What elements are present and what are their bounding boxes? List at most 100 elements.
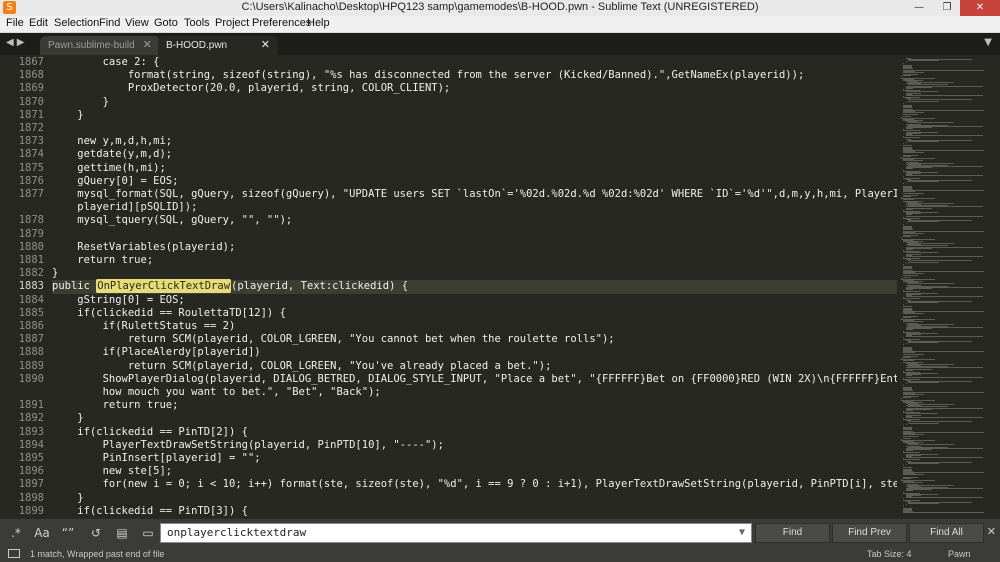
code-line[interactable]: case 2: { [52,56,160,69]
code-line[interactable]: if(PlaceAlerdy[playerid]) [52,346,261,359]
minimap-line [903,351,984,353]
menu-find[interactable]: Find [99,17,120,29]
menu-view[interactable]: View [125,17,149,29]
find-button[interactable]: Find [755,523,830,543]
regex-toggle-icon[interactable]: .* [4,524,28,542]
code-line[interactable]: if(clickedid == PinTD[2]) { [52,426,248,439]
menu-goto[interactable]: Goto [154,17,178,29]
code-line[interactable]: public OnPlayerClickTextDraw(playerid, T… [52,279,408,294]
code-line[interactable]: getdate(y,m,d); [52,148,172,161]
code-editor[interactable]: case 2: { format(string, sizeof(string),… [52,55,897,518]
line-number: 1897 [18,478,44,491]
code-line[interactable]: gQuery[0] = EOS; [52,175,178,188]
menu-file[interactable]: File [6,17,24,29]
syntax-indicator[interactable]: Pawn [948,546,971,562]
code-line[interactable]: new ste[5]; [52,465,173,478]
menu-edit[interactable]: Edit [29,17,48,29]
minimap-line [905,497,983,499]
line-number: 1886 [18,320,44,332]
tab-label: Pawn.sublime-build [48,40,135,51]
whole-word-toggle-icon[interactable]: “” [56,524,80,542]
menu-selection[interactable]: Selection [54,17,99,29]
tab-size-indicator[interactable]: Tab Size: 4 [867,546,912,562]
code-line[interactable]: } [52,109,83,122]
code-line[interactable]: } [52,492,83,505]
minimap-line [903,192,924,194]
minimap-line [903,155,911,157]
minimap-line [905,215,983,217]
minimap-line [903,236,911,238]
tab-list-dropdown-icon[interactable]: ▼ [984,37,992,48]
code-line[interactable]: how mouch you want to bet.", "Bet", "Bac… [52,386,381,399]
minimap-line [908,60,939,62]
code-line[interactable]: for(new i = 0; i < 10; i++) format(ste, … [52,478,897,491]
minimap-line [905,416,983,418]
line-number: 1871 [18,108,44,121]
code-line[interactable]: if(clickedid == PinTD[3]) { [52,505,248,518]
in-selection-toggle-icon[interactable]: ▤ [110,524,134,542]
minimap-line [905,376,983,378]
code-line[interactable]: playerid][pSQLID]); [52,201,197,214]
code-line[interactable]: ResetVariables(playerid); [52,241,235,254]
minimap-line [905,383,907,385]
line-number: 1876 [18,174,44,187]
minimap-line [903,397,911,399]
wrap-toggle-icon[interactable]: ↺ [84,524,108,542]
menu-tools[interactable]: Tools [184,17,210,29]
tab-nav-arrows-icon[interactable]: ◀▶ [6,37,27,48]
minimap-line [908,181,939,183]
code-line[interactable]: if(clickedid == RoulettaTD[12]) { [52,307,286,320]
find-all-button[interactable]: Find All [909,523,984,543]
code-line[interactable]: gString[0] = EOS; [52,294,184,307]
code-line[interactable]: } [52,96,109,109]
line-number: 1868 [18,69,44,82]
code-line[interactable]: return SCM(playerid, COLOR_LGREEN, "You … [52,333,615,346]
tab-close-icon[interactable]: ✕ [143,36,152,55]
find-input[interactable]: onplayerclicktextdraw ▼ [160,523,752,543]
menu-help[interactable]: Help [307,17,330,29]
minimap-line [905,61,907,63]
maximize-icon[interactable]: ❐ [934,0,960,16]
minimize-icon[interactable]: — [906,0,932,16]
line-number: 1894 [18,438,44,451]
line-number: 1882 [18,267,44,280]
line-number: 1878 [18,214,44,227]
code-line[interactable]: format(string, sizeof(string), "%s has d… [52,69,804,82]
code-line[interactable]: mysql_tquery(SQL, gQuery, "", ""); [52,214,292,227]
code-line[interactable]: return true; [52,399,179,412]
find-panel-close-icon[interactable]: ✕ [987,525,996,538]
minimap-line [905,101,907,103]
code-line[interactable]: } [52,412,83,425]
code-line[interactable]: gettime(h,mi); [52,162,166,175]
tab-label: B-HOOD.pwn [166,40,228,51]
highlight-matches-toggle-icon[interactable]: ▭ [136,524,160,542]
tab-close-icon[interactable]: ✕ [261,36,270,55]
code-line[interactable]: new y,m,d,h,mi; [52,135,172,148]
tab-pawn-sublime-build[interactable]: Pawn.sublime-build ✕ [40,36,160,55]
find-history-dropdown-icon[interactable]: ▼ [739,524,745,542]
minimap-line [905,141,907,143]
code-line[interactable]: return true; [52,254,153,267]
tab-b-hood-pwn[interactable]: B-HOOD.pwn ✕ [158,36,278,55]
code-line[interactable]: } [52,267,58,280]
code-line[interactable]: PlayerTextDrawSetString(playerid, PinPTD… [52,439,444,452]
minimap-line [903,75,911,77]
close-icon[interactable]: ✕ [960,0,1000,16]
menu-project[interactable]: Project [215,17,249,29]
panel-switcher-icon[interactable] [8,549,20,558]
minimap-line [903,424,904,426]
find-prev-button[interactable]: Find Prev [832,523,907,543]
minimap-line [903,311,984,312]
minimap-line [908,422,939,424]
code-line[interactable]: mysql_format(SQL, gQuery, sizeof(gQuery)… [52,188,897,201]
minimap[interactable] [897,55,1000,518]
case-sensitive-toggle-icon[interactable]: Aa [30,524,54,542]
status-message: 1 match, Wrapped past end of file [30,549,165,559]
code-line[interactable]: PinInsert[playerid] = ""; [52,452,261,465]
code-line[interactable]: ProxDetector(20.0, playerid, string, COL… [52,82,450,95]
code-line[interactable]: if(RulettStatus == 2) [52,320,236,333]
code-line[interactable]: return SCM(playerid, COLOR_LGREEN, "You'… [52,360,552,373]
menu-preferences[interactable]: Preferences [252,17,311,29]
minimap-line [905,463,907,465]
code-line[interactable]: ShowPlayerDialog(playerid, DIALOG_BETRED… [52,373,897,386]
